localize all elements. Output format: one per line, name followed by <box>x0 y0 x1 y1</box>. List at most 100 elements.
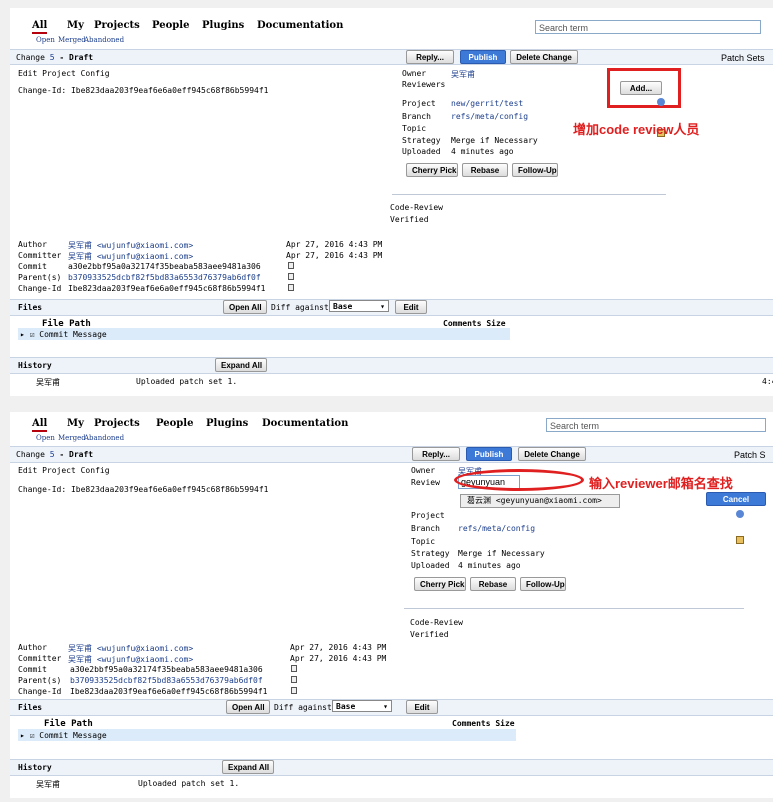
change-header-bar <box>10 446 773 463</box>
patch-sets-link[interactable]: Patch Sets <box>721 53 765 63</box>
commit-subject: Edit Project Config <box>18 69 110 78</box>
remove-reviewer-icon[interactable] <box>657 98 665 106</box>
subtab-abandoned[interactable]: Abandoned <box>84 36 124 44</box>
screenshot-panel-add-reviewer: All My Projects People Plugins Documenta… <box>10 8 773 396</box>
cherry-pick-button[interactable]: Cherry Pick <box>406 163 458 177</box>
cancel-button[interactable]: Cancel <box>706 492 766 506</box>
owner-label: Owner <box>402 69 427 78</box>
tab-my[interactable]: My <box>67 20 84 31</box>
reply-button[interactable]: Reply... <box>406 50 454 64</box>
changeid-value: Ibe823daa203f9eaf6e6a0eff945c68f86b5994f… <box>68 284 266 293</box>
open-all-button[interactable]: Open All <box>226 700 270 714</box>
tab-my[interactable]: My <box>67 418 84 429</box>
reviewer-suggestion-item[interactable]: 葛云渊 <geyunyuan@xiaomi.com> <box>460 494 620 508</box>
reply-button[interactable]: Reply... <box>412 447 460 461</box>
tab-all[interactable]: All <box>32 20 48 34</box>
uploaded-value: 4 minutes ago <box>458 561 521 570</box>
open-all-button[interactable]: Open All <box>223 300 267 314</box>
subtab-merged[interactable]: Merged <box>58 434 86 442</box>
change-title: Change 5 - Draft <box>16 53 94 62</box>
copy-icon[interactable] <box>291 676 297 683</box>
project-value[interactable]: new/gerrit/test <box>451 99 523 108</box>
change-number[interactable]: 5 <box>50 53 55 62</box>
edit-button[interactable]: Edit <box>406 700 438 714</box>
remove-reviewer-icon[interactable] <box>736 510 744 518</box>
copy-icon[interactable] <box>288 262 294 269</box>
copy-icon[interactable] <box>291 687 297 694</box>
search-input[interactable]: Search term <box>535 20 761 34</box>
search-input[interactable]: Search term <box>546 418 766 432</box>
parents-value[interactable]: b370933525dcbf82f5bd83a6553d76379ab6df0f <box>68 273 261 282</box>
expand-all-button[interactable]: Expand All <box>215 358 267 372</box>
delete-change-button[interactable]: Delete Change <box>518 447 586 461</box>
subtab-open[interactable]: Open <box>36 36 55 44</box>
author-value[interactable]: 吴军甫 <wujunfu@xiaomi.com> <box>68 240 193 251</box>
tab-all[interactable]: All <box>32 418 48 432</box>
author-date: Apr 27, 2016 4:43 PM <box>290 643 387 652</box>
tab-documentation[interactable]: Documentation <box>262 418 348 429</box>
subtab-open[interactable]: Open <box>36 434 55 442</box>
files-bar <box>10 299 773 316</box>
changeid-label: Change-Id <box>18 687 62 696</box>
parents-label: Parent(s) <box>18 676 62 685</box>
diff-against-select[interactable]: Base ▾ <box>329 300 389 312</box>
publish-button[interactable]: Publish <box>460 50 506 64</box>
code-review-label: Code-Review <box>410 618 463 627</box>
commit-change-id-line: Change-Id: Ibe823daa203f9eaf6e6a0eff945c… <box>18 485 269 494</box>
reviewers-label: Review <box>411 478 440 487</box>
history-author: 吴军甫 <box>36 780 60 789</box>
tab-plugins[interactable]: Plugins <box>206 418 248 429</box>
cherry-pick-button[interactable]: Cherry Pick <box>414 577 466 591</box>
edit-topic-icon[interactable] <box>736 536 744 544</box>
subtab-abandoned[interactable]: Abandoned <box>84 434 124 442</box>
copy-icon[interactable] <box>288 284 294 291</box>
file-row-label[interactable]: ▸ ☑ Commit Message <box>20 731 107 740</box>
history-title: History <box>18 763 52 772</box>
committer-value[interactable]: 吴军甫 <wujunfu@xiaomi.com> <box>68 654 193 665</box>
change-number[interactable]: 5 <box>50 450 55 459</box>
patch-sets-link[interactable]: Patch S <box>734 450 766 460</box>
tab-projects[interactable]: Projects <box>94 20 140 31</box>
owner-label: Owner <box>411 466 436 475</box>
tab-people[interactable]: People <box>152 20 189 31</box>
committer-date: Apr 27, 2016 4:43 PM <box>290 654 387 663</box>
tab-plugins[interactable]: Plugins <box>202 20 244 31</box>
branch-value[interactable]: refs/meta/config <box>458 524 535 533</box>
follow-up-button[interactable]: Follow-Up <box>520 577 566 591</box>
edit-button[interactable]: Edit <box>395 300 427 314</box>
commit-label: Commit <box>18 665 47 674</box>
diff-against-select[interactable]: Base ▾ <box>332 700 392 712</box>
owner-value[interactable]: 吴军甫 <box>451 69 475 80</box>
tab-projects[interactable]: Projects <box>94 418 140 429</box>
labels-divider <box>404 608 744 609</box>
uploaded-label: Uploaded <box>411 561 450 570</box>
author-date: Apr 27, 2016 4:43 PM <box>286 240 383 249</box>
verified-label: Verified <box>410 630 449 639</box>
branch-value[interactable]: refs/meta/config <box>451 112 528 121</box>
history-author: 吴军甫 <box>36 378 60 387</box>
rebase-button[interactable]: Rebase <box>462 163 508 177</box>
annotation-add-reviewer: 增加code review人员 <box>573 122 700 137</box>
history-message: Uploaded patch set 1. <box>138 779 240 788</box>
follow-up-button[interactable]: Follow-Up <box>512 163 558 177</box>
rebase-button[interactable]: Rebase <box>470 577 516 591</box>
strategy-value: Merge if Necessary <box>451 136 538 145</box>
copy-icon[interactable] <box>288 273 294 280</box>
file-row-label[interactable]: ▸ ☑ Commit Message <box>20 330 107 339</box>
committer-value[interactable]: 吴军甫 <wujunfu@xiaomi.com> <box>68 251 193 262</box>
tab-documentation[interactable]: Documentation <box>257 20 343 31</box>
publish-button[interactable]: Publish <box>466 447 512 461</box>
changeid-label: Change-Id <box>18 284 62 293</box>
labels-divider <box>392 194 666 195</box>
copy-icon[interactable] <box>291 665 297 672</box>
diff-against-label: Diff against: <box>274 703 337 712</box>
parents-value[interactable]: b370933525dcbf82f5bd83a6553d76379ab6df0f <box>70 676 263 685</box>
add-reviewer-button[interactable]: Add... <box>620 81 662 95</box>
tab-people[interactable]: People <box>156 418 193 429</box>
author-value[interactable]: 吴军甫 <wujunfu@xiaomi.com> <box>68 643 193 654</box>
subtab-merged[interactable]: Merged <box>58 36 86 44</box>
diff-against-label: Diff against: <box>271 303 334 312</box>
delete-change-button[interactable]: Delete Change <box>510 50 578 64</box>
comments-size-header: Comments Size <box>452 719 515 728</box>
expand-all-button[interactable]: Expand All <box>222 760 274 774</box>
